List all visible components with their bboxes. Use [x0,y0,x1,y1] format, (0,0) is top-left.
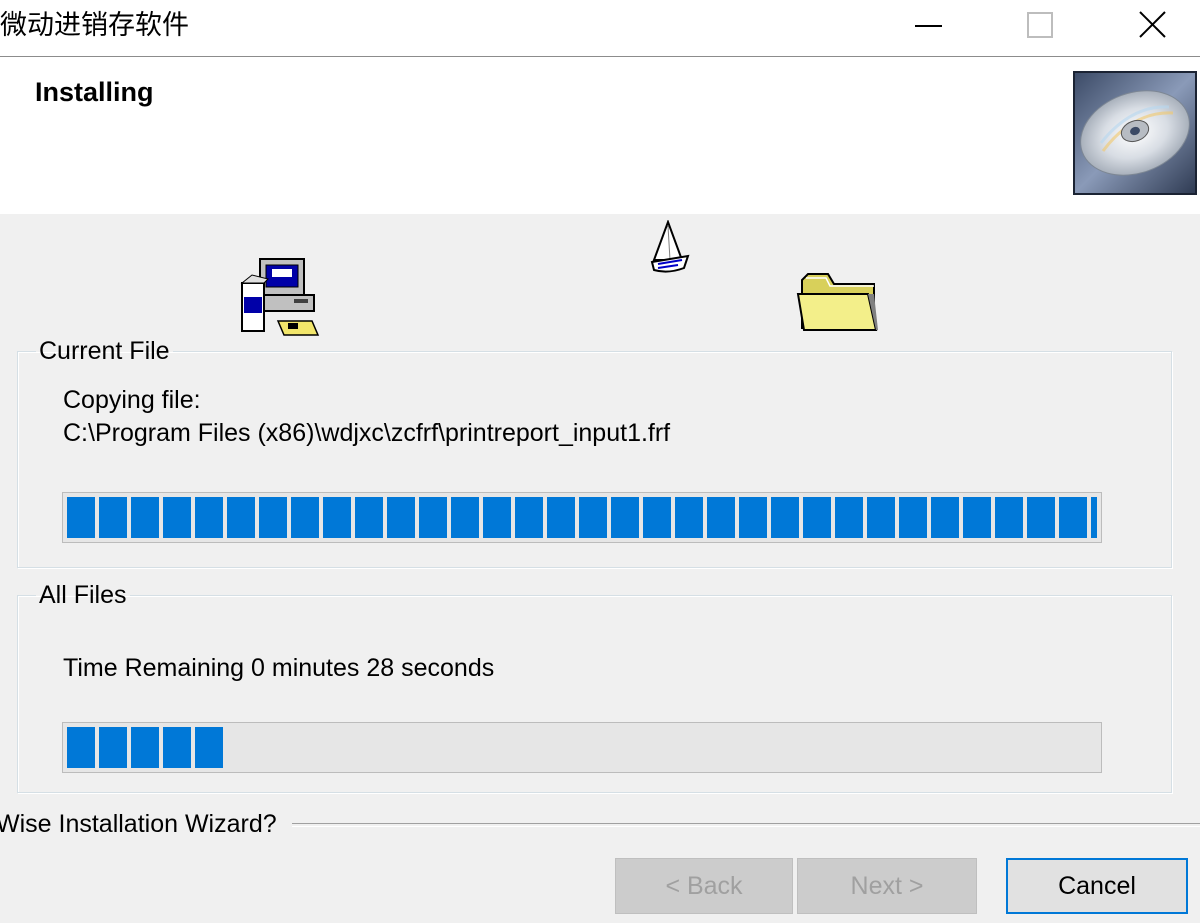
cd-disc-icon [1073,71,1197,195]
cancel-button[interactable]: Cancel [1006,858,1188,914]
wizard-label: Wise Installation Wizard? [0,810,277,838]
current-file-progress-bar [62,492,1102,543]
header-panel: Installing [0,57,1200,214]
title-bar: 微动进销存软件 [0,0,1200,57]
maximize-button[interactable] [984,0,1094,56]
current-file-progress-fill [67,497,1097,538]
page-title: Installing [35,77,154,107]
next-button[interactable]: Next > [797,858,977,914]
all-files-legend: All Files [39,581,127,609]
flying-paper-icon [650,220,690,273]
computer-icon [240,258,320,336]
current-file-legend: Current File [39,337,170,365]
minimize-button[interactable] [873,0,983,56]
maximize-icon [1027,12,1053,38]
current-file-path: C:\Program Files (x86)\wdjxc\zcfrf\print… [63,419,671,447]
window-title: 微动进销存软件 [0,10,189,41]
folder-icon [796,273,878,331]
close-button[interactable] [1095,0,1200,56]
all-files-progress-bar [62,722,1102,773]
back-button[interactable]: < Back [615,858,793,914]
close-icon [1139,11,1166,38]
time-remaining-label: Time Remaining 0 minutes 28 seconds [63,654,495,682]
footer-divider [292,823,1200,827]
copying-file-label: Copying file: [63,386,201,414]
all-files-progress-fill [67,727,223,768]
minimize-icon [915,25,942,27]
